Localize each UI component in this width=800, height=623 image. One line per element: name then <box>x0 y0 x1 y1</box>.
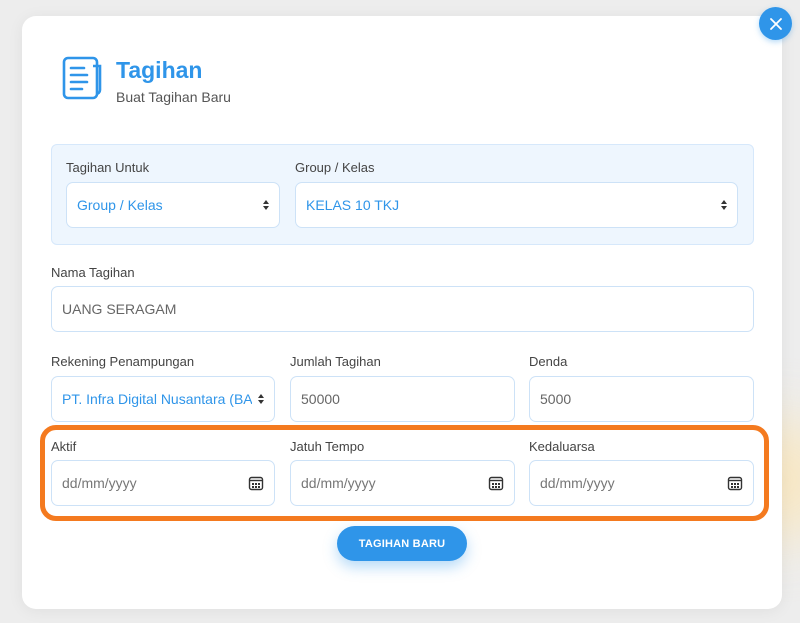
tagihan-untuk-value: Group / Kelas <box>77 197 163 213</box>
close-icon <box>769 17 782 30</box>
jatuh-tempo-date-input[interactable]: dd/mm/yyyy <box>290 460 515 506</box>
calendar-icon[interactable] <box>727 475 743 491</box>
select-arrows-icon <box>258 394 264 404</box>
select-arrows-icon <box>721 200 727 210</box>
group-kelas-select[interactable]: KELAS 10 TKJ <box>295 182 738 228</box>
jatuh-tempo-label: Jatuh Tempo <box>290 439 365 454</box>
page-title: Tagihan <box>116 57 203 83</box>
denda-label: Denda <box>529 354 568 369</box>
tagihan-untuk-label: Tagihan Untuk <box>66 160 150 175</box>
kedaluarsa-label: Kedaluarsa <box>529 439 595 454</box>
kedaluarsa-date-input[interactable]: dd/mm/yyyy <box>529 460 754 506</box>
nama-tagihan-label: Nama Tagihan <box>51 265 135 280</box>
tagihan-untuk-select[interactable]: Group / Kelas <box>66 182 280 228</box>
select-arrows-icon <box>263 200 269 210</box>
denda-input[interactable]: 5000 <box>529 376 754 422</box>
group-kelas-label: Group / Kelas <box>295 160 375 175</box>
nama-tagihan-value: UANG SERAGAM <box>62 301 177 317</box>
jatuh-tempo-placeholder: dd/mm/yyyy <box>301 475 376 491</box>
aktif-placeholder: dd/mm/yyyy <box>62 475 137 491</box>
rekening-select[interactable]: PT. Infra Digital Nusantara (BA <box>51 376 275 422</box>
rekening-value: PT. Infra Digital Nusantara (BA <box>62 391 252 407</box>
jumlah-tagihan-input[interactable]: 50000 <box>290 376 515 422</box>
denda-value: 5000 <box>540 391 572 407</box>
jumlah-tagihan-value: 50000 <box>301 391 340 407</box>
group-kelas-value: KELAS 10 TKJ <box>306 197 400 213</box>
jumlah-tagihan-label: Jumlah Tagihan <box>290 354 381 369</box>
nama-tagihan-input[interactable]: UANG SERAGAM <box>51 286 754 332</box>
rekening-label: Rekening Penampungan <box>51 354 195 369</box>
close-button[interactable] <box>759 7 792 40</box>
modal-header: Tagihan Buat Tagihan Baru <box>60 52 231 106</box>
document-icon <box>62 56 102 100</box>
create-bill-modal: Tagihan Buat Tagihan Baru Tagihan Untuk … <box>22 16 782 609</box>
calendar-icon[interactable] <box>248 475 264 491</box>
page-subtitle: Buat Tagihan Baru <box>116 89 231 105</box>
kedaluarsa-placeholder: dd/mm/yyyy <box>540 475 615 491</box>
tagihan-baru-button[interactable]: TAGIHAN BARU <box>337 526 467 561</box>
calendar-icon[interactable] <box>488 475 504 491</box>
aktif-date-input[interactable]: dd/mm/yyyy <box>51 460 275 506</box>
aktif-label: Aktif <box>51 439 77 454</box>
